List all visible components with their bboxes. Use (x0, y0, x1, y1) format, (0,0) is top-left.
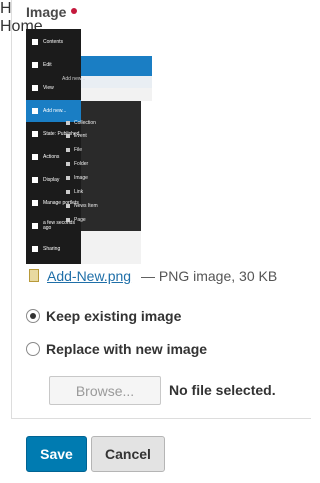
preview-submenu-item: Link (60, 186, 115, 198)
clock-icon (32, 223, 38, 229)
eye-icon (32, 85, 38, 91)
preview-page-content (141, 101, 152, 264)
preview-submenu-item-label: Image (74, 175, 88, 181)
news-icon (66, 204, 70, 208)
preview-submenu-item: Image (60, 172, 115, 184)
bolt-icon (32, 154, 38, 160)
form-left-border (11, 0, 12, 418)
save-button[interactable]: Save (26, 436, 87, 472)
collection-icon (66, 121, 70, 125)
form-actions-divider (11, 418, 311, 419)
keep-existing-label[interactable]: Keep existing image (46, 308, 181, 324)
preview-submenu-item: Page (60, 214, 115, 226)
browse-button[interactable]: Browse... (49, 376, 161, 405)
file-meta: — PNG image, 30 KB (141, 268, 278, 284)
replace-image-option[interactable]: Replace with new image (26, 341, 207, 357)
preview-site-nav (81, 56, 152, 76)
preview-toolbar-item-label: Edit (43, 61, 52, 68)
preview-toolbar-item: Sharing (26, 238, 81, 260)
field-label-text: Image (26, 4, 67, 20)
preview-toolbar-item-label: Sharing (43, 245, 61, 252)
folder-icon (32, 39, 38, 45)
preview-breadcrumb (81, 76, 152, 88)
preview-submenu-item-label: Collection (74, 120, 96, 126)
state-icon (32, 131, 38, 137)
event-icon (66, 134, 70, 138)
preview-submenu-item: Event (60, 130, 115, 142)
display-icon (32, 177, 38, 183)
keep-existing-radio[interactable] (26, 309, 40, 323)
link-icon (66, 190, 70, 194)
folder-icon (66, 162, 70, 166)
cancel-button[interactable]: Cancel (91, 436, 165, 472)
field-label: Image (26, 4, 78, 20)
keep-existing-option[interactable]: Keep existing image (26, 308, 181, 324)
preview-toolbar-item-label: Display (43, 176, 60, 183)
plus-icon (32, 108, 38, 114)
preview-toolbar-item-label: Add new... (43, 107, 67, 114)
preview-submenu-item-label: Link (74, 189, 84, 195)
preview-submenu-item: News Item (60, 200, 115, 212)
preview-submenu-item: Folder (60, 158, 115, 170)
file-icon (66, 148, 70, 152)
image-file-icon (29, 269, 39, 282)
preview-toolbar-item-label: View (43, 84, 54, 91)
page-icon (66, 218, 70, 222)
preview-submenu-title: Add new... (62, 76, 86, 82)
preview-submenu-item: Collection (60, 117, 115, 129)
required-indicator (71, 8, 78, 15)
preview-submenu-item: File (60, 144, 115, 156)
replace-image-radio[interactable] (26, 342, 40, 356)
preview-toolbar-item-label: Actions (43, 153, 60, 160)
preview-toolbar-item-label: Contents (43, 38, 64, 45)
preview-submenu-item-label: Page (74, 217, 86, 223)
file-name-link[interactable]: Add-New.png (47, 268, 131, 284)
sharing-icon (32, 246, 38, 252)
preview-toolbar-item: Edit (26, 54, 81, 76)
preview-submenu-item-label: File (74, 147, 83, 153)
pencil-icon (32, 62, 38, 68)
file-status: No file selected. (169, 382, 276, 398)
image-icon (66, 176, 70, 180)
preview-submenu-item-label: Event (74, 133, 87, 139)
preview-toolbar-item: Contents (26, 31, 81, 53)
preview-submenu-item-label: News Item (74, 203, 98, 209)
preview-submenu-item-label: Folder (74, 161, 89, 167)
replace-image-label[interactable]: Replace with new image (46, 341, 207, 357)
portlet-icon (32, 200, 38, 206)
